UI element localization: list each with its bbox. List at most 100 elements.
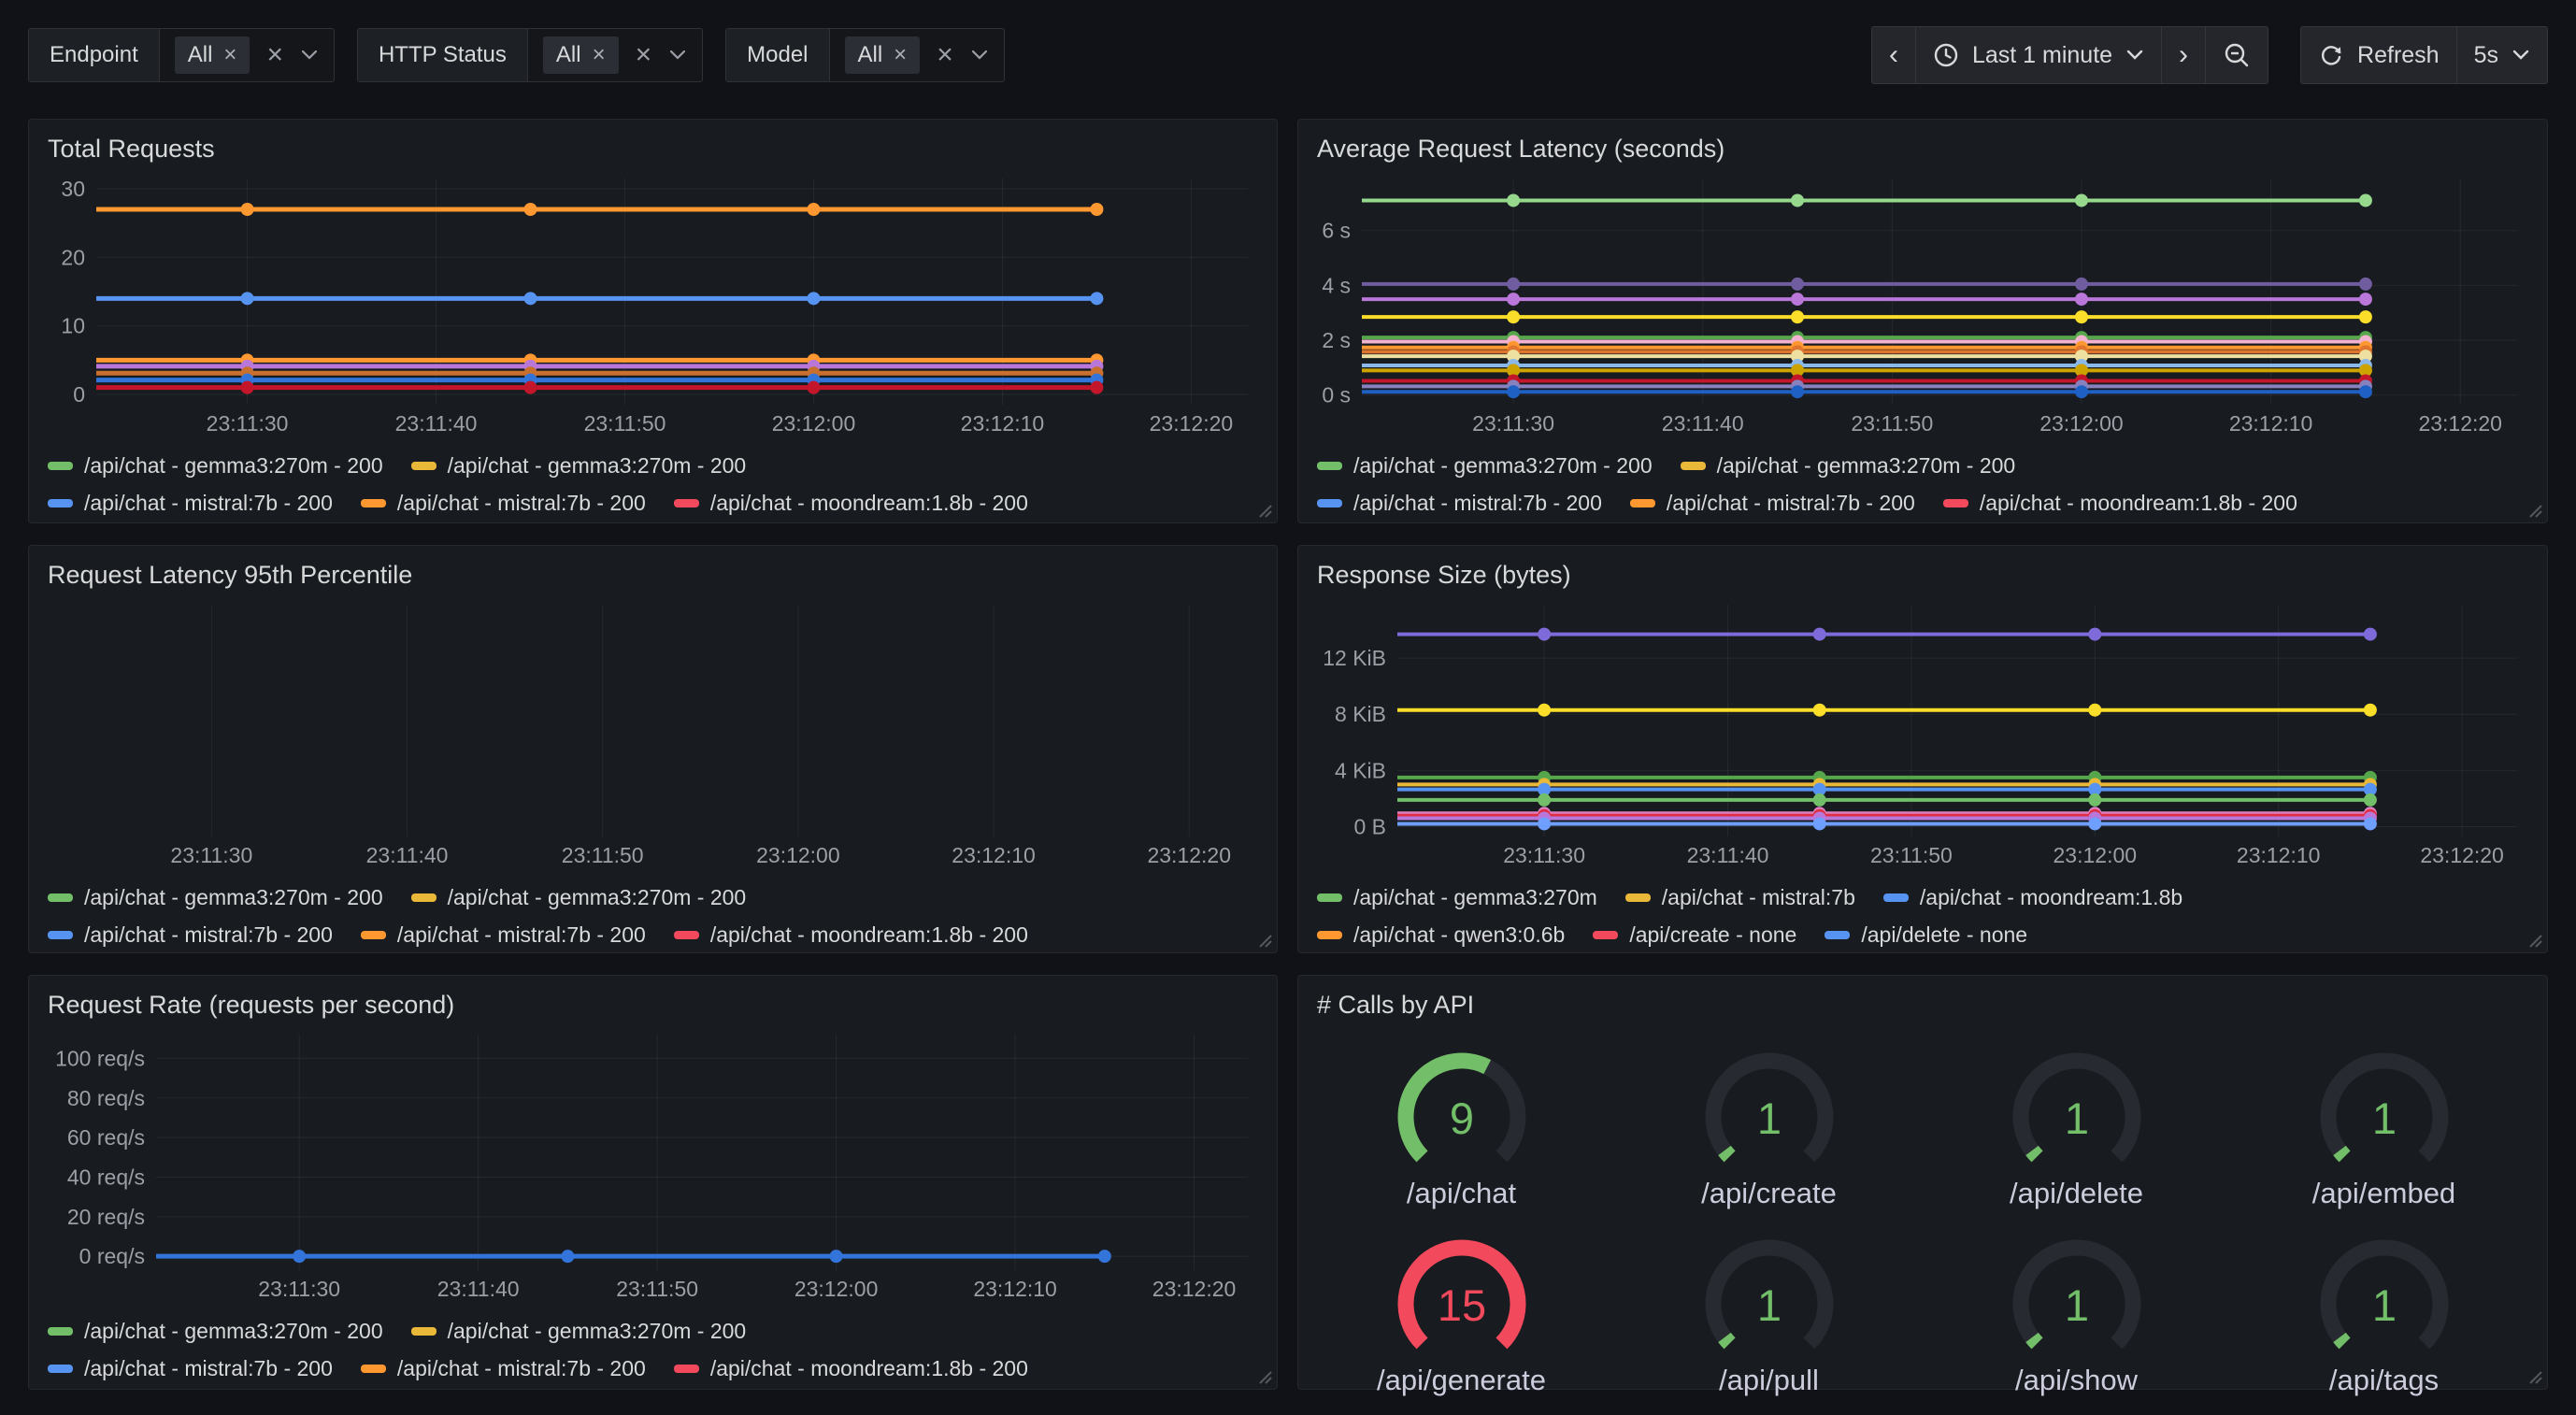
x-axis-tick-label: 23:12:10 [952,843,1036,867]
clear-filter-icon[interactable]: × [935,41,955,69]
legend-item[interactable]: /api/chat - mistral:7b - 200 [48,491,333,516]
data-point [1507,293,1520,306]
filter-bar: Endpoint All× × HTTP Status All× × Model… [28,28,1005,82]
legend-label: /api/chat - mistral:7b - 200 [397,491,646,516]
filter-value-chip[interactable]: All× [543,36,619,74]
data-point [1507,310,1520,323]
legend-item[interactable]: /api/chat - qwen3:0.6b [1317,922,1565,948]
legend-item[interactable]: /api/chat - mistral:7b [1625,885,1855,910]
legend-row: /api/chat - qwen3:0.6b/api/create - none… [1317,916,2528,953]
legend-item[interactable]: /api/chat - moondream:1.8b - 200 [674,491,1028,516]
remove-value-icon[interactable]: × [894,44,907,66]
legend-item[interactable]: /api/chat - mistral:7b - 200 [48,1356,333,1381]
data-point [2364,793,2377,807]
legend-label: /api/chat - gemma3:270m - 200 [1717,453,2016,479]
legend-swatch-icon [48,893,73,902]
legend-item[interactable]: /api/chat - gemma3:270m - 200 [1317,453,1653,479]
legend-item[interactable]: /api/chat - mistral:7b - 200 [361,491,646,516]
data-point [2075,193,2088,207]
legend-swatch-icon [1883,893,1909,902]
legend-item[interactable]: /api/chat - gemma3:270m - 200 [1681,453,2016,479]
panel-resize-handle[interactable] [2523,928,2543,949]
remove-value-icon[interactable]: × [593,44,606,66]
panel-resize-handle[interactable] [1252,928,1273,949]
panel-title: Total Requests [29,120,1277,167]
legend-label: /api/chat - gemma3:270m - 200 [448,885,747,910]
legend-item[interactable]: /api/chat - mistral:7b - 200 [361,922,646,948]
data-point [1090,292,1103,305]
legend-label: /api/chat - gemma3:270m - 200 [84,885,383,910]
legend-item[interactable]: /api/chat - mistral:7b - 200 [361,1356,646,1381]
y-axis-tick-label: 0 s [1322,383,1351,407]
legend-item[interactable]: /api/chat - mistral:7b - 200 [1317,491,1602,516]
legend-item[interactable]: /api/chat - gemma3:270m - 200 [411,453,747,479]
legend-swatch-icon [1317,462,1342,470]
chevron-down-icon[interactable] [970,49,989,62]
panel-resize-handle[interactable] [1252,1365,1273,1385]
x-axis-tick-label: 23:11:50 [616,1277,698,1301]
filter-value-chip[interactable]: All× [845,36,921,74]
legend-swatch-icon [674,499,699,507]
filter-values: All× × [528,29,702,81]
time-range-picker[interactable]: Last 1 minute [1915,26,2162,84]
y-axis-tick-label: 100 req/s [55,1046,145,1070]
x-axis-tick-label: 23:12:20 [1147,843,1231,867]
legend-item[interactable]: /api/chat - gemma3:270m - 200 [48,1319,383,1344]
legend-item[interactable]: /api/chat - mistral:7b - 200 [48,922,333,948]
panel-response-size: Response Size (bytes) 23:11:3023:11:4023… [1297,545,2548,953]
gauge-label: /api/delete [2010,1177,2143,1210]
x-axis-tick-label: 23:11:50 [584,411,666,436]
chevron-down-icon[interactable] [668,49,687,62]
gauge-arc: 1 [2291,1223,2478,1364]
panel-resize-handle[interactable] [2523,498,2543,519]
legend-item[interactable]: /api/chat - moondream:1.8b [1883,885,2182,910]
legend-item[interactable]: /api/chat - moondream:1.8b - 200 [674,1356,1028,1381]
data-point [241,381,254,394]
filter-value-chip[interactable]: All× [175,36,250,74]
legend-item[interactable]: /api/chat - gemma3:270m - 200 [48,453,383,479]
gauge-value: 9 [1449,1093,1473,1143]
x-axis-tick-label: 23:12:10 [2229,411,2313,436]
clear-filter-icon[interactable]: × [634,41,654,69]
clear-filter-icon[interactable]: × [265,41,285,69]
refresh-icon [2318,42,2344,68]
legend-item[interactable]: /api/chat - moondream:1.8b - 200 [1943,491,2297,516]
chevron-down-icon[interactable] [300,49,319,62]
panel-title: Average Request Latency (seconds) [1298,120,2547,167]
refresh-button[interactable]: Refresh [2300,26,2457,84]
legend-item[interactable]: /api/chat - gemma3:270m [1317,885,1597,910]
legend-label: /api/chat - mistral:7b - 200 [84,1356,333,1381]
data-point [2359,193,2372,207]
time-shift-forward-button[interactable]: › [2161,26,2206,84]
refresh-interval-select[interactable]: 5s [2456,26,2548,84]
y-axis-tick-label: 0 req/s [79,1244,145,1268]
legend-label: /api/chat - gemma3:270m - 200 [84,1319,383,1344]
data-point [2359,278,2372,291]
legend-swatch-icon [48,1365,73,1373]
time-series-chart: 23:11:3023:11:4023:11:5023:12:0023:12:10… [38,1025,1263,1304]
legend-item[interactable]: /api/chat - mistral:7b - 200 [1630,491,1915,516]
data-point [2359,310,2372,323]
legend-item[interactable]: /api/chat - gemma3:270m - 200 [48,885,383,910]
legend-item[interactable]: /api/delete - none [1825,922,2027,948]
legend-item[interactable]: /api/chat - gemma3:270m - 200 [411,1319,747,1344]
zoom-out-button[interactable] [2205,26,2268,84]
panel-resize-handle[interactable] [1252,498,1273,519]
legend-item[interactable]: /api/chat - moondream:1.8b - 200 [674,922,1028,948]
legend-item[interactable]: /api/chat - gemma3:270m - 200 [411,885,747,910]
gauge-grid: 9/api/chat1/api/create1/api/delete1/api/… [1298,1023,2547,1397]
legend-item[interactable]: /api/create - none [1593,922,1796,948]
filter-label: Model [726,29,829,81]
legend-swatch-icon [48,931,73,939]
legend-label: /api/chat - moondream:1.8b - 200 [710,922,1028,948]
remove-value-icon[interactable]: × [223,44,236,66]
panel-resize-handle[interactable] [2523,1365,2543,1385]
x-axis-tick-label: 23:11:50 [1851,411,1933,436]
legend-label: /api/chat - mistral:7b - 200 [84,922,333,948]
legend-row: /api/chat - gemma3:270m - 200/api/chat -… [48,447,1258,484]
time-shift-back-button[interactable]: ‹ [1871,26,1916,84]
data-point [2359,293,2372,306]
gauge-api-show: 1/api/show [1923,1223,2230,1397]
data-point [1538,628,1551,641]
gauge-label: /api/create [1701,1177,1837,1210]
